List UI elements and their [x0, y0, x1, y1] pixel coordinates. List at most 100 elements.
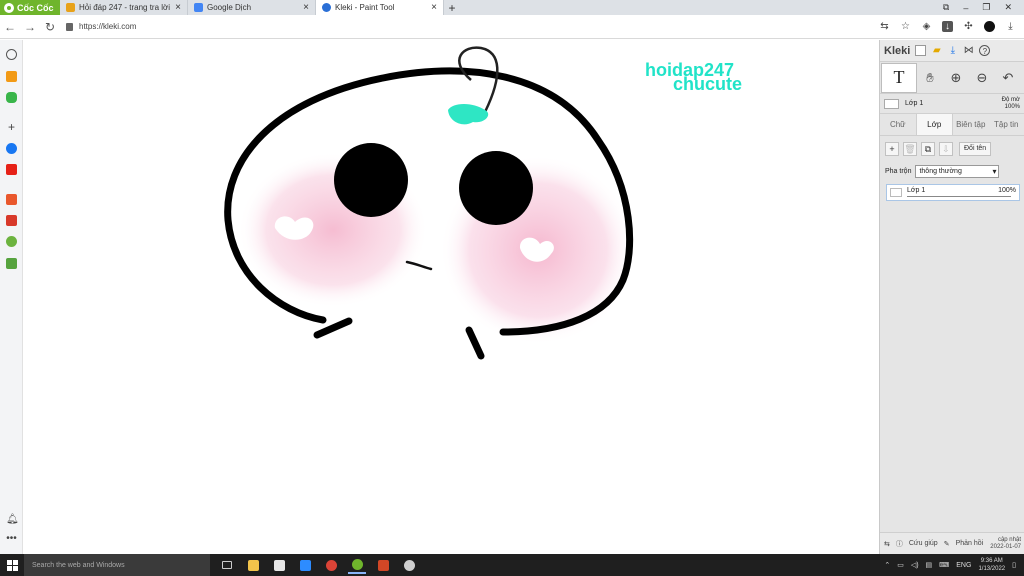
clock-time: 9:36 AM — [980, 558, 1003, 564]
window-menu-icon[interactable]: ⧉ — [943, 2, 949, 13]
reload-icon[interactable]: ↻ — [40, 20, 60, 34]
update-label: cập nhật — [997, 536, 1021, 543]
download-icon[interactable]: ⤓ — [947, 45, 958, 56]
close-tab-icon[interactable]: × — [175, 2, 181, 13]
layer-thumbnail — [884, 98, 899, 109]
maximize-icon[interactable]: ❐ — [982, 2, 990, 13]
close-tab-icon[interactable]: × — [303, 2, 309, 13]
tab-title: Hỏi đáp 247 - trang tra lời — [79, 3, 171, 12]
history-icon[interactable] — [6, 49, 17, 60]
extensions-icon[interactable]: ✣ — [963, 21, 974, 32]
drawing-canvas[interactable]: hoidap247 chucute — [23, 40, 879, 554]
system-tray: ⌃ ▭ ◁) ▤ ⌨ ENG 9:36 AM 1/13/2022 ▯ — [884, 557, 1024, 573]
messenger-icon[interactable] — [6, 143, 17, 154]
paint-icon[interactable] — [400, 556, 418, 574]
more-icon[interactable]: ••• — [6, 534, 17, 545]
tab-layers[interactable]: Lớp — [915, 114, 953, 135]
undo-redo-icon[interactable]: ↶ — [995, 63, 1021, 93]
help-circle-icon[interactable]: ⓘ — [896, 539, 903, 549]
new-tab-button[interactable]: + — [444, 0, 460, 15]
shield-icon[interactable]: ◈ — [921, 21, 932, 32]
right-foot — [465, 326, 485, 360]
taskbar-search[interactable]: Search the web and Windows — [24, 554, 210, 576]
language-indicator[interactable]: ENG — [956, 562, 971, 569]
tab-file[interactable]: Tập tin — [989, 114, 1024, 135]
profile-avatar[interactable] — [984, 21, 995, 32]
app-icon[interactable] — [6, 215, 17, 226]
hand-tool-icon[interactable]: ✋︎ — [917, 63, 943, 93]
message-icon[interactable]: ▤ — [926, 561, 933, 569]
volume-icon[interactable]: ◁) — [911, 561, 919, 569]
keyboard-icon[interactable]: ⌨ — [939, 561, 949, 569]
clock-date: 1/13/2022 — [978, 566, 1006, 572]
kleki-header: Kleki ▰ ⤓ ⋈ ? — [880, 40, 1024, 62]
current-layer-name: Lớp 1 — [905, 100, 924, 107]
translate-icon[interactable]: ⇆ — [879, 21, 890, 32]
grid-app-icon[interactable] — [6, 258, 17, 269]
merge-layer-button[interactable]: ⇩ — [939, 142, 953, 156]
minimize-icon[interactable]: – — [963, 3, 968, 13]
tab-title: Kleki - Paint Tool — [335, 3, 395, 12]
tab-google-translate[interactable]: Google Dịch × — [188, 0, 316, 15]
close-window-icon[interactable]: ✕ — [1004, 2, 1012, 13]
game-icon[interactable] — [6, 92, 17, 103]
task-view-icon[interactable] — [218, 556, 236, 574]
browser-sidebar: + 🔔︎ ••• — [0, 40, 23, 554]
feedback-icon[interactable]: ✎ — [944, 540, 950, 548]
open-folder-icon[interactable]: ▰ — [931, 45, 942, 56]
zoom-in-icon[interactable]: ⊕ — [943, 63, 969, 93]
swap-icon[interactable]: ⇆ — [884, 540, 890, 548]
bookmark-star-icon[interactable]: ☆ — [900, 21, 911, 32]
network-icon[interactable]: ▭ — [897, 561, 904, 569]
help-icon[interactable]: ? — [979, 45, 991, 56]
lock-icon — [66, 22, 73, 31]
youtube-icon[interactable] — [6, 164, 17, 175]
layer-list-item[interactable]: Lớp 1 100% — [886, 184, 1020, 201]
duplicate-layer-button[interactable]: ⧉ — [921, 142, 935, 156]
clock[interactable]: 9:36 AM 1/13/2022 — [978, 557, 1005, 573]
help-link[interactable]: Cứu giúp — [909, 540, 938, 547]
download-page-icon[interactable]: ↓ — [942, 21, 953, 32]
browser-brand[interactable]: Cốc Cốc — [0, 0, 60, 15]
layer-item-opacity: 100% — [998, 187, 1016, 194]
back-icon[interactable]: ← — [0, 20, 20, 34]
new-image-icon[interactable] — [915, 45, 927, 56]
blend-mode-select[interactable]: thông thường — [915, 164, 1000, 178]
delete-layer-button[interactable]: 🗑︎ — [903, 142, 917, 156]
text-tool-button[interactable]: T — [881, 62, 917, 93]
tab-hoidap[interactable]: Hỏi đáp 247 - trang tra lời × — [60, 0, 188, 15]
zoom-app-icon[interactable] — [296, 556, 314, 574]
forward-icon[interactable]: → — [20, 20, 40, 34]
add-layer-button[interactable]: + — [885, 142, 899, 156]
share-icon[interactable]: ⋈ — [963, 45, 974, 56]
coccoc-taskbar-icon[interactable] — [348, 556, 366, 574]
opacity-label: Độ mờ — [1001, 96, 1020, 103]
action-center-icon[interactable]: ▯ — [1012, 561, 1016, 569]
add-icon[interactable]: + — [6, 121, 17, 133]
start-button[interactable] — [0, 554, 24, 576]
rename-layer-button[interactable]: Đổi tên — [959, 142, 992, 156]
tab-text[interactable]: Chữ — [880, 114, 916, 135]
tab-edit[interactable]: Biên tập — [953, 114, 989, 135]
leaf-icon[interactable] — [6, 236, 17, 247]
antenna — [458, 46, 499, 113]
tray-up-icon[interactable]: ⌃ — [884, 561, 890, 569]
layer-actions: + 🗑︎ ⧉ ⇩ Đổi tên — [880, 138, 1024, 160]
close-tab-icon[interactable]: × — [431, 2, 437, 13]
update-info[interactable]: cập nhật 2022-01-07 — [990, 537, 1021, 551]
tab-kleki[interactable]: Kleki - Paint Tool × — [316, 0, 444, 15]
shopping-icon[interactable] — [6, 194, 17, 205]
feedback-link[interactable]: Phản hồi — [956, 540, 984, 547]
kleki-side-panel: Kleki ▰ ⤓ ⋈ ? T ✋︎ ⊕ ⊖ ↶ Lớp 1 Độ mờ 100… — [879, 40, 1024, 554]
store-icon[interactable] — [270, 556, 288, 574]
chrome-icon[interactable] — [322, 556, 340, 574]
layer-opacity-slider[interactable] — [907, 196, 1011, 197]
zoom-out-icon[interactable]: ⊖ — [969, 63, 995, 93]
downloads-icon[interactable]: ⤓ — [1005, 21, 1016, 32]
powerpoint-icon[interactable] — [374, 556, 392, 574]
url-field[interactable]: https://kleki.com — [66, 22, 846, 31]
file-explorer-icon[interactable] — [244, 556, 262, 574]
crown-icon[interactable] — [6, 71, 17, 82]
browser-tab-bar: Cốc Cốc Hỏi đáp 247 - trang tra lời × Go… — [0, 0, 1024, 15]
notification-bell-icon[interactable]: 🔔︎ — [6, 514, 19, 525]
